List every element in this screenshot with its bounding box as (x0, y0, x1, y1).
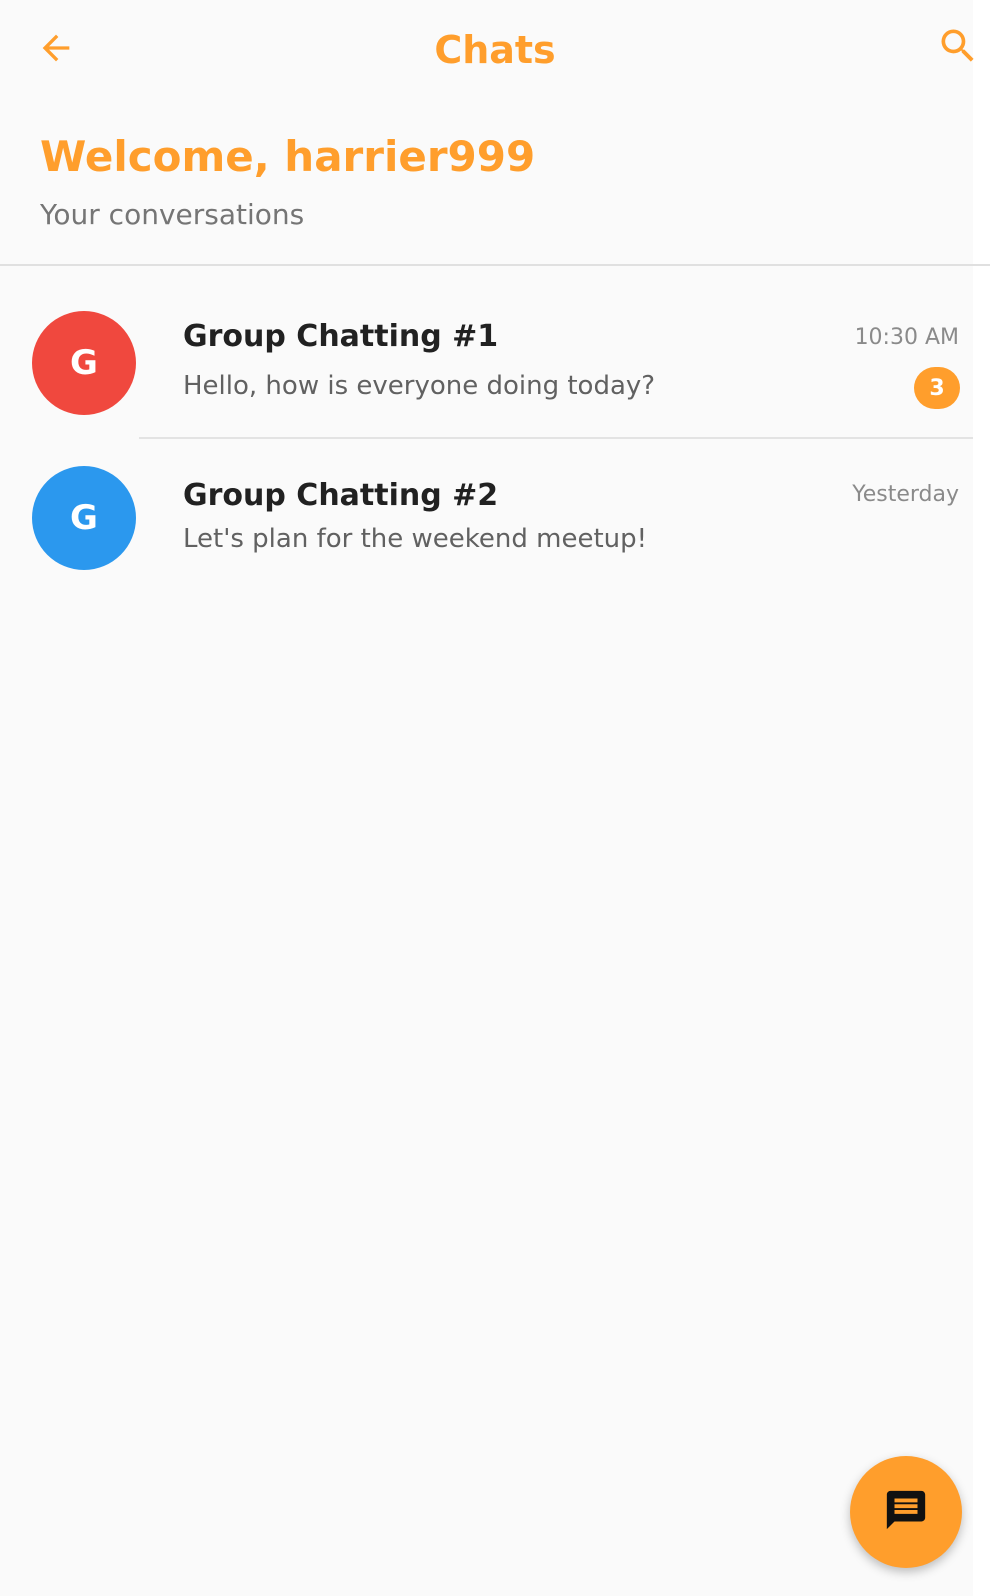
app-bar: Chats (0, 0, 990, 100)
chat-list-item[interactable]: G Group Chatting #1 Hello, how is everyo… (0, 288, 973, 438)
search-icon (936, 24, 980, 72)
new-chat-button[interactable] (850, 1456, 962, 1568)
chats-screen: Chats Welcome, harrier999 Your conversat… (0, 0, 990, 1596)
page-title: Chats (434, 28, 556, 72)
search-button[interactable] (930, 20, 986, 76)
welcome-heading: Welcome, harrier999 (40, 132, 536, 181)
chat-time: 10:30 AM (854, 325, 959, 350)
unread-badge: 3 (914, 367, 960, 409)
chat-divider (139, 437, 973, 439)
avatar: G (32, 311, 136, 415)
header-divider (0, 264, 990, 266)
chat-last-message: Let's plan for the weekend meetup! (183, 524, 648, 554)
chat-name: Group Chatting #2 (183, 478, 499, 513)
chat-icon (883, 1487, 929, 1537)
chat-time: Yesterday (852, 482, 959, 507)
edge-strip (973, 0, 990, 1596)
chat-list-item[interactable]: G Group Chatting #2 Let's plan for the w… (0, 441, 973, 591)
welcome-subtitle: Your conversations (40, 198, 305, 231)
chat-name: Group Chatting #1 (183, 319, 499, 354)
chat-last-message: Hello, how is everyone doing today? (183, 371, 656, 401)
avatar: G (32, 466, 136, 570)
